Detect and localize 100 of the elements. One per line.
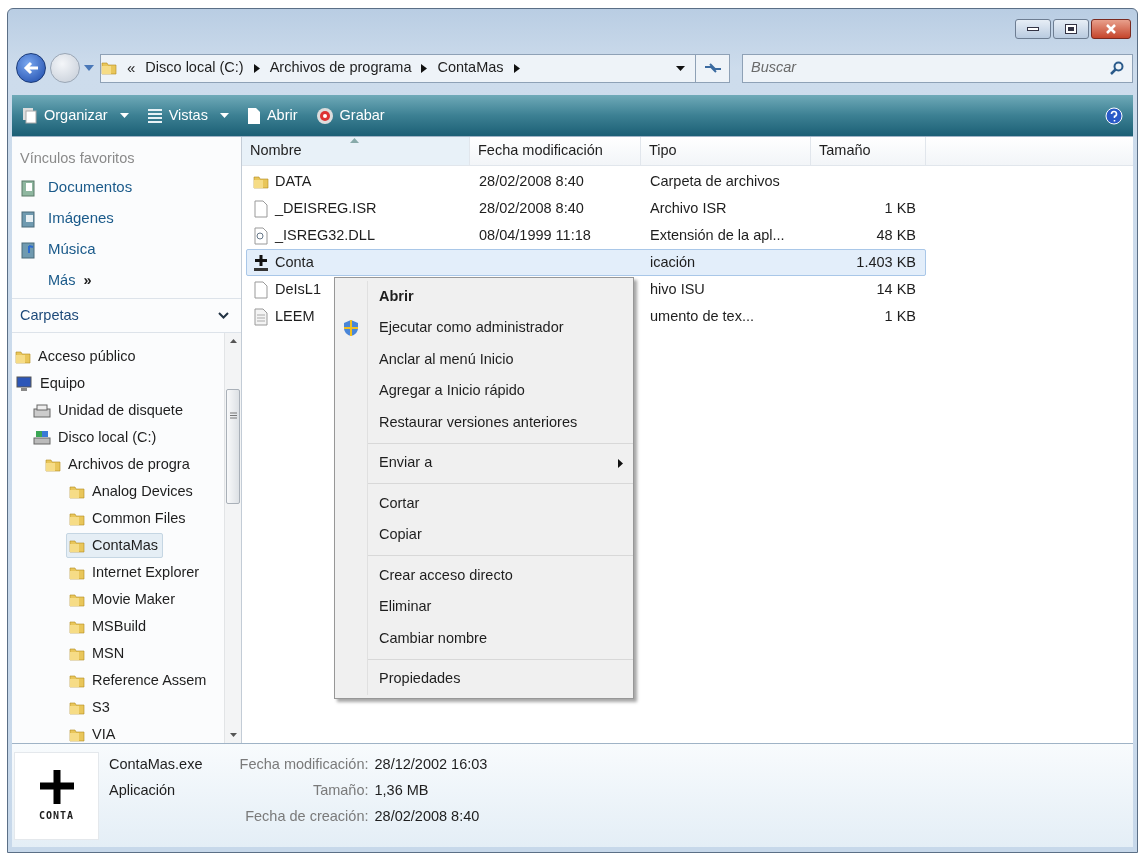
- breadcrumb[interactable]: Disco local (C:): [145, 57, 244, 79]
- folder-icon: [69, 618, 85, 635]
- caret-icon[interactable]: [84, 65, 94, 71]
- tree-item[interactable]: MSN: [66, 641, 130, 666]
- scrollbar[interactable]: [224, 333, 241, 743]
- back-arrow-icon: [23, 61, 39, 75]
- floppy-drive-icon: [33, 402, 51, 419]
- tree-item[interactable]: Common Files: [66, 506, 191, 531]
- file-name[interactable]: _ISREG32.DLL: [275, 224, 375, 247]
- column-header[interactable]: Nombre: [242, 137, 470, 165]
- folder-icon: [69, 726, 85, 743]
- file-type: Aplicación: [109, 781, 176, 801]
- scroll-down-icon[interactable]: [229, 733, 237, 737]
- folder-icon: [69, 591, 85, 608]
- caret-right-icon[interactable]: [513, 63, 520, 73]
- minimize-icon: [1027, 27, 1039, 31]
- tree-item[interactable]: Unidad de disquete: [30, 398, 188, 423]
- date-cell: 28/02/2008 8:40: [479, 172, 584, 189]
- more-chevron[interactable]: »: [83, 269, 92, 292]
- caret-down-icon: [219, 113, 229, 118]
- column-header[interactable]: Tamaño: [811, 137, 926, 165]
- toolbar-button[interactable]: Organizar: [22, 104, 129, 127]
- back-button[interactable]: [16, 53, 46, 83]
- breadcrumb[interactable]: ContaMas: [437, 57, 504, 79]
- tree-item[interactable]: Archivos de progra: [42, 452, 195, 477]
- chevron-down-icon[interactable]: [218, 312, 229, 319]
- menu-item[interactable]: Propiedades: [335, 663, 633, 695]
- file-name[interactable]: Conta: [275, 251, 314, 274]
- folder-icon: [69, 483, 85, 500]
- scrollbar-thumb[interactable]: [226, 389, 240, 504]
- maximize-icon: [1065, 24, 1077, 34]
- plus-icon: [39, 769, 74, 804]
- menu-item[interactable]: Enviar a: [335, 447, 633, 479]
- minimize-button[interactable]: [1015, 19, 1051, 39]
- favorite-link[interactable]: Música: [20, 238, 96, 261]
- menu-item[interactable]: Cambiar nombre: [335, 623, 633, 655]
- address-bar[interactable]: « Disco local (C:) Archivos de programa ContaMas: [100, 53, 730, 83]
- caret-right-icon[interactable]: [421, 63, 428, 73]
- menu-item[interactable]: Eliminar: [335, 591, 633, 623]
- property-label: Fecha de creación:: [244, 807, 369, 827]
- folder-icon: [69, 510, 85, 527]
- section-title: Vínculos favoritos: [20, 149, 136, 169]
- menu-item[interactable]: Crear acceso directo: [335, 560, 633, 592]
- help-icon[interactable]: [1105, 106, 1123, 125]
- file-name[interactable]: _DEISREG.ISR: [275, 197, 377, 220]
- property-value: 1,36 MB: [374, 781, 429, 801]
- menu-item[interactable]: Cortar: [335, 488, 633, 520]
- overflow-chevron[interactable]: «: [127, 56, 136, 80]
- tree-item[interactable]: Acceso público: [12, 344, 141, 369]
- more-link[interactable]: Más: [48, 269, 76, 292]
- menu-item[interactable]: Agregar a Inicio rápido: [335, 375, 633, 407]
- documents-icon: [20, 178, 38, 197]
- section-title[interactable]: Carpetas: [20, 304, 79, 327]
- column-header[interactable]: Fecha modificación: [470, 137, 641, 165]
- date-cell: 08/04/1999 11:18: [479, 226, 591, 243]
- file-name[interactable]: DeIsL1: [275, 278, 321, 301]
- selected-row[interactable]: Conta icación 1.403 KB: [246, 249, 926, 276]
- search-input[interactable]: Buscar: [751, 57, 1110, 79]
- menu-item[interactable]: Copiar: [335, 519, 633, 551]
- menu-item[interactable]: Restaurar versiones anteriores: [335, 407, 633, 439]
- folder-icon: [69, 699, 85, 716]
- scroll-up-icon[interactable]: [229, 339, 237, 343]
- refresh-icon[interactable]: [702, 61, 723, 75]
- type-cell: hivo ISU: [650, 280, 705, 297]
- maximize-button[interactable]: [1053, 19, 1089, 39]
- file-name[interactable]: DATA: [275, 170, 312, 193]
- tree-item[interactable]: VIA: [66, 722, 121, 743]
- tree-item[interactable]: MSBuild: [66, 614, 151, 639]
- caret-down-icon[interactable]: [676, 65, 685, 71]
- menu-item[interactable]: Anclar al menú Inicio: [335, 344, 633, 376]
- property-label: Tamaño:: [311, 781, 369, 801]
- tree-item[interactable]: Disco local (C:): [30, 425, 162, 450]
- close-icon: [1105, 24, 1117, 34]
- tree-item[interactable]: S3: [66, 695, 115, 720]
- tree-item[interactable]: Movie Maker: [66, 587, 180, 612]
- toolbar-button[interactable]: Grabar: [315, 104, 385, 127]
- breadcrumb[interactable]: Archivos de programa: [269, 57, 412, 79]
- pictures-icon: [20, 209, 38, 228]
- sort-arrow-icon: [350, 138, 359, 143]
- menu-item[interactable]: Ejecutar como administrador: [335, 312, 633, 344]
- tree-item[interactable]: Analog Devices: [66, 479, 198, 504]
- search-field[interactable]: Buscar: [742, 53, 1133, 83]
- favorite-link[interactable]: Imágenes: [20, 207, 114, 230]
- search-icon[interactable]: [1110, 61, 1124, 75]
- column-header[interactable]: Tipo: [641, 137, 811, 165]
- close-button[interactable]: [1091, 19, 1131, 39]
- toolbar-button[interactable]: Vistas: [146, 104, 229, 127]
- type-cell: Archivo ISR: [650, 199, 727, 216]
- settings-file-icon: [253, 226, 269, 245]
- tree-item[interactable]: ContaMas: [66, 533, 164, 558]
- file-name[interactable]: LEEM: [275, 305, 315, 328]
- tree-item[interactable]: Reference Assem: [66, 668, 212, 693]
- tree-item[interactable]: Equipo: [12, 371, 91, 396]
- pages-icon: [22, 106, 38, 125]
- drive-icon: [33, 429, 51, 446]
- tree-item[interactable]: Internet Explorer: [66, 560, 205, 585]
- toolbar-button[interactable]: Abrir: [246, 104, 298, 127]
- favorite-link[interactable]: Documentos: [20, 176, 133, 199]
- caret-right-icon[interactable]: [253, 63, 260, 73]
- menu-item[interactable]: Abrir: [335, 281, 633, 313]
